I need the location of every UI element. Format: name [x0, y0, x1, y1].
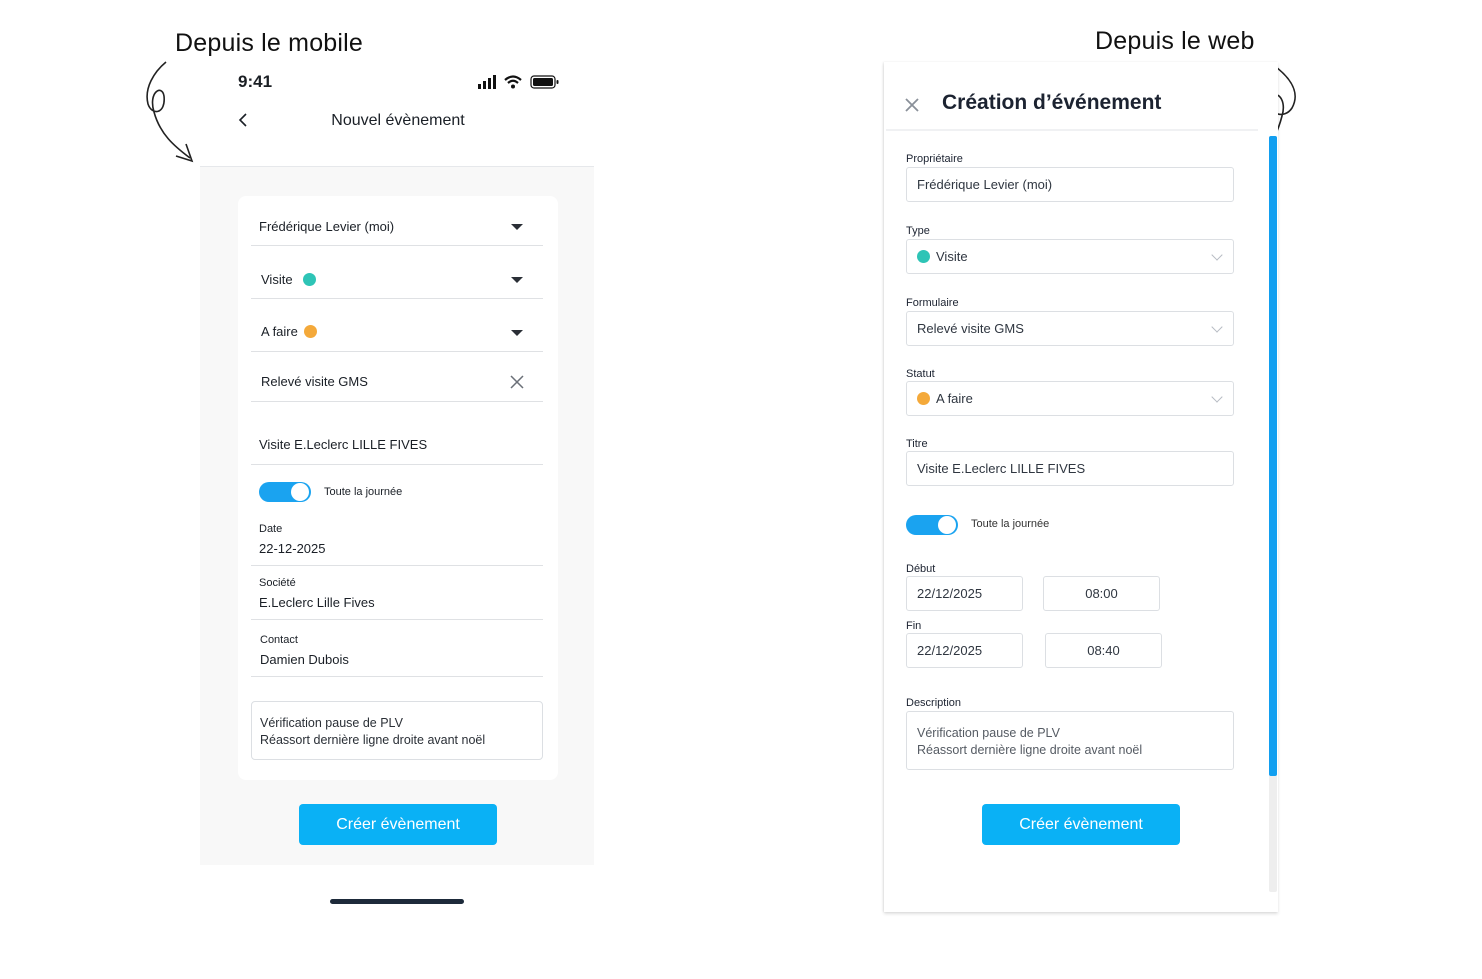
end-label: Fin — [906, 620, 922, 632]
wifi-icon — [504, 75, 522, 89]
toggle-knob — [291, 483, 309, 501]
contact-label: Contact — [260, 634, 298, 646]
description-label: Description — [906, 697, 962, 709]
web-create-event-button[interactable]: Créer évènement — [982, 804, 1180, 845]
title-field[interactable]: Visite E.Leclerc LILLE FIVES — [251, 424, 543, 465]
web-panel-title: Création d’événement — [942, 91, 1162, 114]
chevron-down-icon — [1211, 248, 1223, 261]
web-status-value: A faire — [936, 391, 973, 406]
company-label: Société — [259, 577, 296, 589]
home-indicator — [330, 899, 464, 904]
type-select[interactable]: Visite — [251, 259, 543, 299]
form-value: Relevé visite GMS — [261, 374, 368, 389]
web-all-day-toggle[interactable] — [906, 515, 958, 535]
web-status-color-dot — [917, 392, 930, 405]
web-form-select[interactable]: Relevé visite GMS — [906, 311, 1234, 346]
owner-select[interactable]: Frédérique Levier (moi) — [251, 206, 543, 246]
type-value: Visite — [261, 272, 293, 287]
web-header-divider — [886, 129, 1258, 131]
caption-mobile: Depuis le mobile — [175, 29, 364, 57]
battery-icon — [530, 75, 559, 89]
chevron-down-icon — [1211, 320, 1223, 333]
caret-down-icon — [511, 224, 523, 230]
web-description-field[interactable]: Vérification pause de PLV Réassort derni… — [906, 711, 1234, 770]
end-time-value: 08:40 — [1087, 643, 1120, 658]
type-color-dot — [302, 273, 316, 286]
start-time-input[interactable]: 08:00 — [1043, 576, 1160, 611]
web-all-day-label: Toute la journée — [971, 518, 1050, 530]
date-value: 22-12-2025 — [259, 541, 326, 556]
clear-icon[interactable] — [509, 374, 525, 390]
web-title-value: Visite E.Leclerc LILLE FIVES — [917, 461, 1086, 476]
company-value: E.Leclerc Lille Fives — [259, 595, 375, 610]
mobile-create-event-button[interactable]: Créer évènement — [299, 804, 497, 845]
web-type-select[interactable]: Visite — [906, 239, 1234, 274]
status-select[interactable]: A faire — [251, 311, 543, 352]
back-icon[interactable] — [232, 108, 256, 132]
status-color-dot — [303, 325, 317, 338]
start-label: Début — [906, 563, 936, 575]
mobile-description-field[interactable]: Vérification pause de PLV Réassort derni… — [251, 701, 543, 760]
title-value: Visite E.Leclerc LILLE FIVES — [259, 437, 428, 452]
chevron-down-icon — [1211, 390, 1223, 403]
status-label: Statut — [906, 368, 935, 380]
caret-down-icon — [511, 330, 523, 336]
arrow-mobile-icon — [146, 61, 194, 163]
web-owner-input[interactable]: Frédérique Levier (moi) — [906, 167, 1234, 202]
status-time: 9:41 — [238, 72, 273, 91]
start-time-value: 08:00 — [1085, 586, 1118, 601]
start-date-input[interactable]: 22/12/2025 — [906, 576, 1023, 611]
web-owner-value: Frédérique Levier (moi) — [917, 177, 1053, 192]
web-description-line-2: Réassort dernière ligne droite avant noë… — [917, 743, 1143, 757]
all-day-toggle[interactable] — [259, 482, 311, 502]
date-label: Date — [259, 523, 283, 535]
description-line-1: Vérification pause de PLV — [260, 716, 403, 730]
form-select[interactable]: Relevé visite GMS — [251, 362, 543, 402]
mobile-page-title: Nouvel évènement — [331, 112, 465, 129]
scrollbar-thumb[interactable] — [1269, 136, 1277, 776]
web-description-line-1: Vérification pause de PLV — [917, 726, 1060, 740]
web-form-value: Relevé visite GMS — [917, 321, 1024, 336]
status-value: A faire — [261, 324, 298, 339]
start-date-value: 22/12/2025 — [917, 586, 983, 601]
caret-down-icon — [511, 277, 523, 283]
web-title-input[interactable]: Visite E.Leclerc LILLE FIVES — [906, 451, 1234, 486]
end-time-input[interactable]: 08:40 — [1045, 633, 1162, 668]
toggle-knob — [938, 516, 956, 534]
web-status-select[interactable]: A faire — [906, 381, 1234, 416]
signal-icon — [478, 75, 496, 89]
all-day-label: Toute la journée — [324, 486, 403, 498]
web-type-color-dot — [917, 250, 930, 263]
status-icons — [478, 75, 559, 89]
contact-value: Damien Dubois — [260, 652, 349, 667]
end-date-input[interactable]: 22/12/2025 — [906, 633, 1023, 668]
event-title-label: Titre — [906, 438, 928, 450]
caption-web: Depuis le web — [1095, 27, 1255, 55]
owner-value: Frédérique Levier (moi) — [259, 219, 395, 234]
form-label: Formulaire — [906, 297, 959, 309]
end-date-value: 22/12/2025 — [917, 643, 983, 658]
web-type-value: Visite — [936, 249, 968, 264]
close-icon[interactable] — [903, 96, 921, 114]
description-line-2: Réassort dernière ligne droite avant noë… — [260, 733, 486, 747]
type-label: Type — [906, 225, 930, 237]
owner-label: Propriétaire — [906, 153, 963, 165]
